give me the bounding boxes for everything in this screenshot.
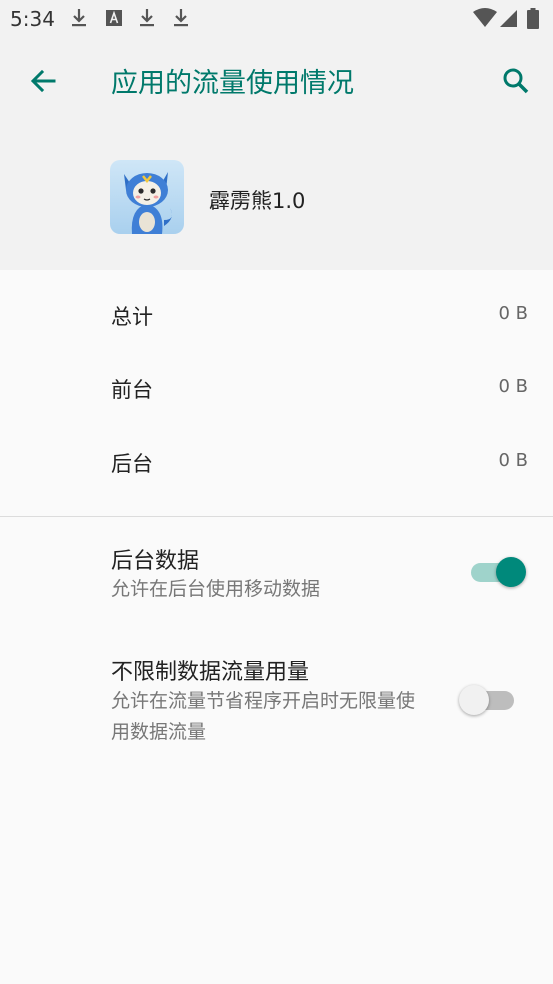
download-icon: [174, 9, 188, 27]
usage-total-value: 0 B: [498, 303, 528, 324]
toggle-thumb: [459, 685, 489, 715]
page-title: 应用的流量使用情况: [111, 68, 354, 99]
unrestricted-data-setting[interactable]: 不限制数据流量用量 允许在流量节省程序开启时无限量使用数据流量: [0, 640, 553, 770]
unrestricted-data-toggle[interactable]: [459, 680, 517, 720]
arrow-left-icon[interactable]: [24, 61, 64, 101]
background-data-summary: 允许在后台使用移动数据: [111, 578, 321, 600]
app-bar: 应用的流量使用情况: [0, 37, 553, 123]
text-notification-icon: [106, 10, 122, 26]
usage-foreground-value: 0 B: [498, 376, 528, 397]
wifi-icon: [473, 8, 497, 27]
status-bar: 5:34: [0, 0, 553, 37]
battery-icon: [527, 8, 539, 29]
usage-foreground-label: 前台: [111, 378, 153, 402]
usage-background-row: 后台 0 B: [0, 426, 553, 496]
download-icon: [72, 9, 86, 27]
usage-total-label: 总计: [111, 305, 153, 329]
status-time: 5:34: [10, 7, 55, 31]
unrestricted-data-title: 不限制数据流量用量: [111, 660, 310, 685]
signal-icon: [500, 10, 517, 27]
background-data-title: 后台数据: [111, 549, 200, 574]
search-icon[interactable]: [496, 61, 536, 101]
section-divider: [0, 516, 553, 517]
toggle-thumb: [496, 557, 526, 587]
unrestricted-data-summary: 允许在流量节省程序开启时无限量使用数据流量: [111, 690, 416, 743]
app-header: 霹雳熊1.0: [0, 123, 553, 270]
usage-background-label: 后台: [111, 452, 153, 476]
usage-foreground-row: 前台 0 B: [0, 352, 553, 422]
download-icon: [140, 9, 154, 27]
app-name: 霹雳熊1.0: [209, 189, 306, 213]
usage-total-row: 总计 0 B: [0, 279, 553, 349]
background-data-toggle[interactable]: [468, 552, 526, 592]
app-icon: [110, 160, 184, 234]
background-data-setting[interactable]: 后台数据 允许在后台使用移动数据: [0, 530, 553, 630]
usage-background-value: 0 B: [498, 450, 528, 471]
bear-mascot-icon: [124, 172, 172, 234]
